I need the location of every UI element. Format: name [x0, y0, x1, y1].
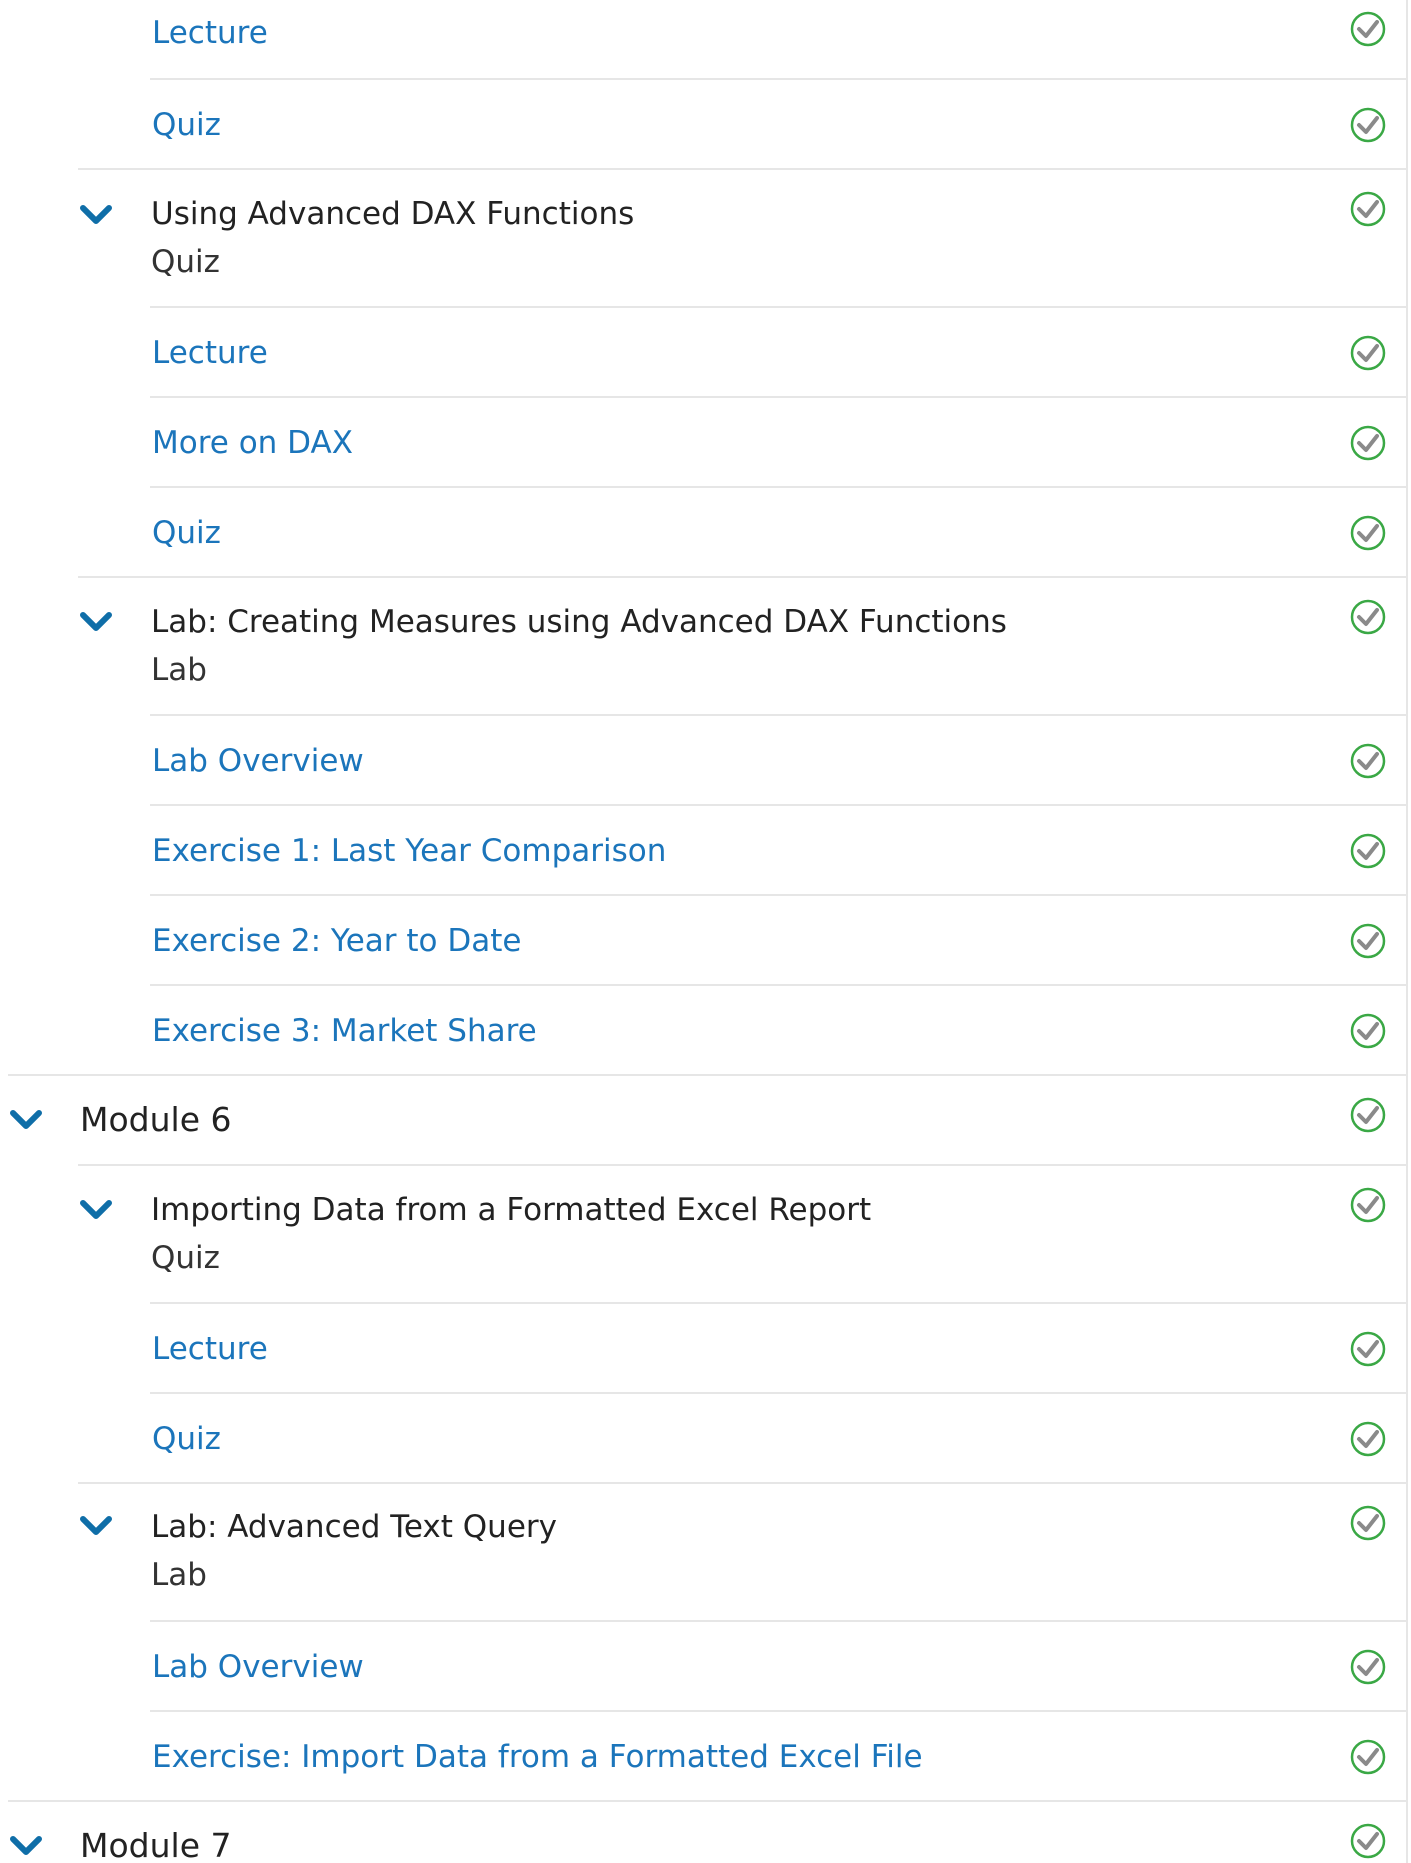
section-subtitle: Lab — [151, 652, 207, 688]
module-title[interactable]: Module 6 — [80, 1103, 231, 1136]
lesson-link-lab-overview[interactable]: Lab Overview — [152, 1652, 364, 1683]
chevron-down-icon[interactable] — [8, 1834, 44, 1858]
list-right-border — [1406, 0, 1408, 1863]
check-circle-icon — [1350, 107, 1386, 143]
lesson-link-exercise-2[interactable]: Exercise 2: Year to Date — [152, 926, 521, 957]
divider — [150, 396, 1408, 398]
divider — [78, 576, 1408, 578]
divider — [150, 804, 1408, 806]
check-circle-icon — [1350, 923, 1386, 959]
divider — [78, 168, 1408, 170]
divider — [150, 486, 1408, 488]
lesson-link-lecture[interactable]: Lecture — [152, 338, 268, 369]
check-circle-icon — [1350, 515, 1386, 551]
divider — [8, 1074, 1408, 1076]
chevron-down-icon[interactable] — [78, 610, 114, 634]
section-subtitle: Quiz — [151, 1240, 220, 1276]
divider — [150, 1302, 1408, 1304]
divider — [150, 984, 1408, 986]
check-circle-icon — [1350, 833, 1386, 869]
check-circle-icon — [1350, 743, 1386, 779]
module-title[interactable]: Module 7 — [80, 1829, 231, 1862]
check-circle-icon — [1350, 599, 1386, 635]
lesson-link-exercise-3[interactable]: Exercise 3: Market Share — [152, 1016, 537, 1047]
check-circle-icon — [1350, 1823, 1386, 1859]
check-circle-icon — [1350, 11, 1386, 47]
check-circle-icon — [1350, 191, 1386, 227]
lesson-link-lecture[interactable]: Lecture — [152, 1334, 268, 1365]
lesson-link-more-on-dax[interactable]: More on DAX — [152, 428, 353, 459]
chevron-down-icon[interactable] — [78, 1198, 114, 1222]
lesson-link-exercise[interactable]: Exercise: Import Data from a Formatted E… — [152, 1742, 923, 1773]
lesson-link-quiz[interactable]: Quiz — [152, 110, 221, 141]
lesson-link-lecture[interactable]: Lecture — [152, 18, 268, 49]
lesson-link-quiz[interactable]: Quiz — [152, 518, 221, 549]
divider — [78, 1482, 1408, 1484]
check-circle-icon — [1350, 1649, 1386, 1685]
lesson-link-quiz[interactable]: Quiz — [152, 1424, 221, 1455]
divider — [78, 1164, 1408, 1166]
check-circle-icon — [1350, 335, 1386, 371]
divider — [150, 1620, 1408, 1622]
chevron-down-icon[interactable] — [8, 1108, 44, 1132]
chevron-down-icon[interactable] — [78, 1514, 114, 1538]
section-title[interactable]: Lab: Creating Measures using Advanced DA… — [151, 607, 1007, 638]
section-subtitle: Lab — [151, 1557, 207, 1593]
divider — [150, 894, 1408, 896]
section-title[interactable]: Using Advanced DAX Functions — [151, 199, 634, 230]
check-circle-icon — [1350, 1421, 1386, 1457]
divider — [150, 306, 1408, 308]
divider — [150, 1710, 1408, 1712]
check-circle-icon — [1350, 1331, 1386, 1367]
divider — [8, 1800, 1408, 1802]
check-circle-icon — [1350, 1187, 1386, 1223]
section-subtitle: Quiz — [151, 244, 220, 280]
lesson-link-exercise-1[interactable]: Exercise 1: Last Year Comparison — [152, 836, 666, 867]
divider — [150, 1392, 1408, 1394]
check-circle-icon — [1350, 1097, 1386, 1133]
section-title[interactable]: Lab: Advanced Text Query — [151, 1512, 557, 1543]
lesson-link-lab-overview[interactable]: Lab Overview — [152, 746, 364, 777]
chevron-down-icon[interactable] — [78, 203, 114, 227]
check-circle-icon — [1350, 425, 1386, 461]
check-circle-icon — [1350, 1013, 1386, 1049]
list-item[interactable]: Lecture — [150, 0, 1408, 80]
check-circle-icon — [1350, 1739, 1386, 1775]
check-circle-icon — [1350, 1505, 1386, 1541]
section-title[interactable]: Importing Data from a Formatted Excel Re… — [151, 1195, 871, 1226]
divider — [150, 714, 1408, 716]
list-item[interactable]: Quiz — [150, 80, 1408, 170]
